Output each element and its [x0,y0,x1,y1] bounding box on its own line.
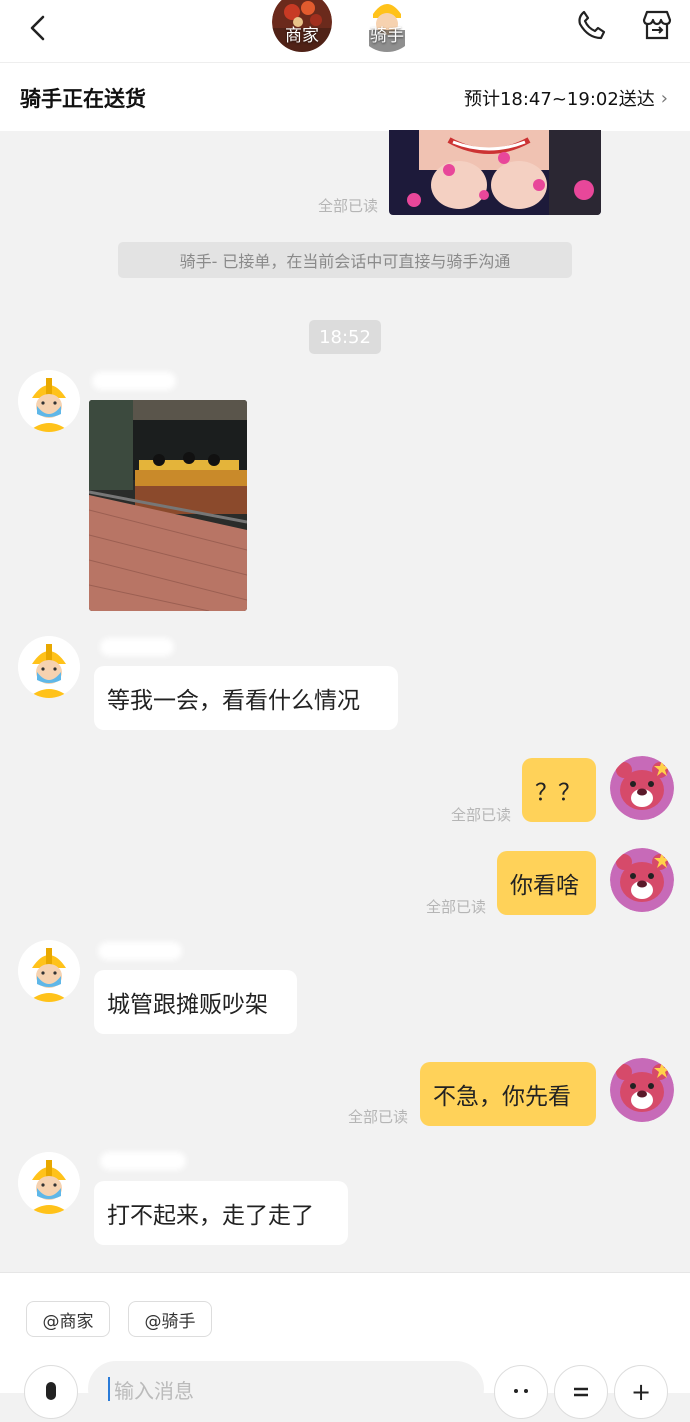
at-rider-button[interactable]: @骑手 [128,1301,212,1337]
read-receipt: 全部已读 [318,197,379,215]
rider-label: 骑手 [370,26,404,46]
merchant-label: 商家 [285,26,319,46]
chat-area[interactable]: 全部已读 骑手- 已接单，在当前会话中可直接与骑手沟通 18:52 等我一会，看… [0,130,690,1272]
my-avatar[interactable] [610,1058,674,1122]
message-bubble-rider[interactable]: 城管跟摊贩吵架 [94,970,297,1034]
rider-avatar[interactable] [18,940,80,1002]
chevron-right-icon: › [660,87,668,109]
bear-avatar-icon [610,1058,674,1122]
store-icon[interactable] [640,8,674,42]
message-bubble-rider[interactable]: 打不起来，走了走了 [94,1181,348,1245]
delivery-status-bar[interactable]: 骑手正在送货 预计18:47~19:02送达 › [0,62,690,131]
rider-name-blurred [98,942,182,960]
rider-name-blurred [100,1152,186,1170]
rider-avatar-icon [18,370,80,432]
my-avatar[interactable] [610,848,674,912]
read-receipt: 全部已读 [451,806,512,824]
more-button[interactable]: + [614,1365,668,1419]
list-icon [574,1387,588,1397]
back-button[interactable] [18,8,58,48]
microphone-icon [46,1382,56,1400]
emoji-icon [514,1389,528,1393]
quick-reply-button[interactable] [554,1365,608,1419]
my-avatar[interactable] [610,756,674,820]
bear-avatar-icon [610,756,674,820]
rider-name-blurred [100,638,174,656]
street-photo [89,400,247,611]
sent-image-hearts[interactable] [389,130,601,215]
emoji-button[interactable] [494,1365,548,1419]
status-title: 骑手正在送货 [20,87,146,111]
rider-avatar[interactable] [18,370,80,432]
rider-avatar[interactable] [18,636,80,698]
top-bar: 商家 骑手 [0,0,690,62]
eta-text: 预计18:47~19:02送达 [463,89,655,110]
plus-icon: + [630,1378,652,1406]
read-receipt: 全部已读 [426,898,487,916]
phone-icon[interactable] [574,8,608,42]
chevron-left-icon [30,15,45,41]
rider-avatar-icon [18,940,80,1002]
at-merchant-button[interactable]: @商家 [26,1301,110,1337]
rider-avatar-icon [18,1152,80,1214]
message-bubble-me[interactable]: ？？ [522,758,596,822]
voice-button[interactable] [24,1365,78,1419]
hearts-photo [389,130,601,215]
input-placeholder: 输入消息 [114,1378,194,1403]
rider-name-blurred [92,372,176,390]
merchant-avatar-button[interactable]: 商家 [272,0,332,52]
message-bubble-me[interactable]: 不急，你先看 [420,1062,596,1126]
timestamp: 18:52 [309,320,381,354]
system-notice: 骑手- 已接单，在当前会话中可直接与骑手沟通 [118,242,572,278]
rider-avatar-icon [18,636,80,698]
eta-link[interactable]: 预计18:47~19:02送达 › [464,85,668,111]
rider-avatar-button[interactable]: 骑手 [357,0,417,52]
message-bubble-me[interactable]: 你看啥 [497,851,596,915]
text-caret [108,1377,110,1401]
bear-avatar-icon [610,848,674,912]
message-bubble-rider[interactable]: 等我一会，看看什么情况 [94,666,398,730]
input-bar: @商家 @骑手 输入消息 + [0,1272,690,1419]
read-receipt: 全部已读 [348,1108,409,1126]
rider-avatar[interactable] [18,1152,80,1214]
message-input[interactable]: 输入消息 [88,1361,484,1417]
rider-photo-message[interactable] [89,400,247,611]
